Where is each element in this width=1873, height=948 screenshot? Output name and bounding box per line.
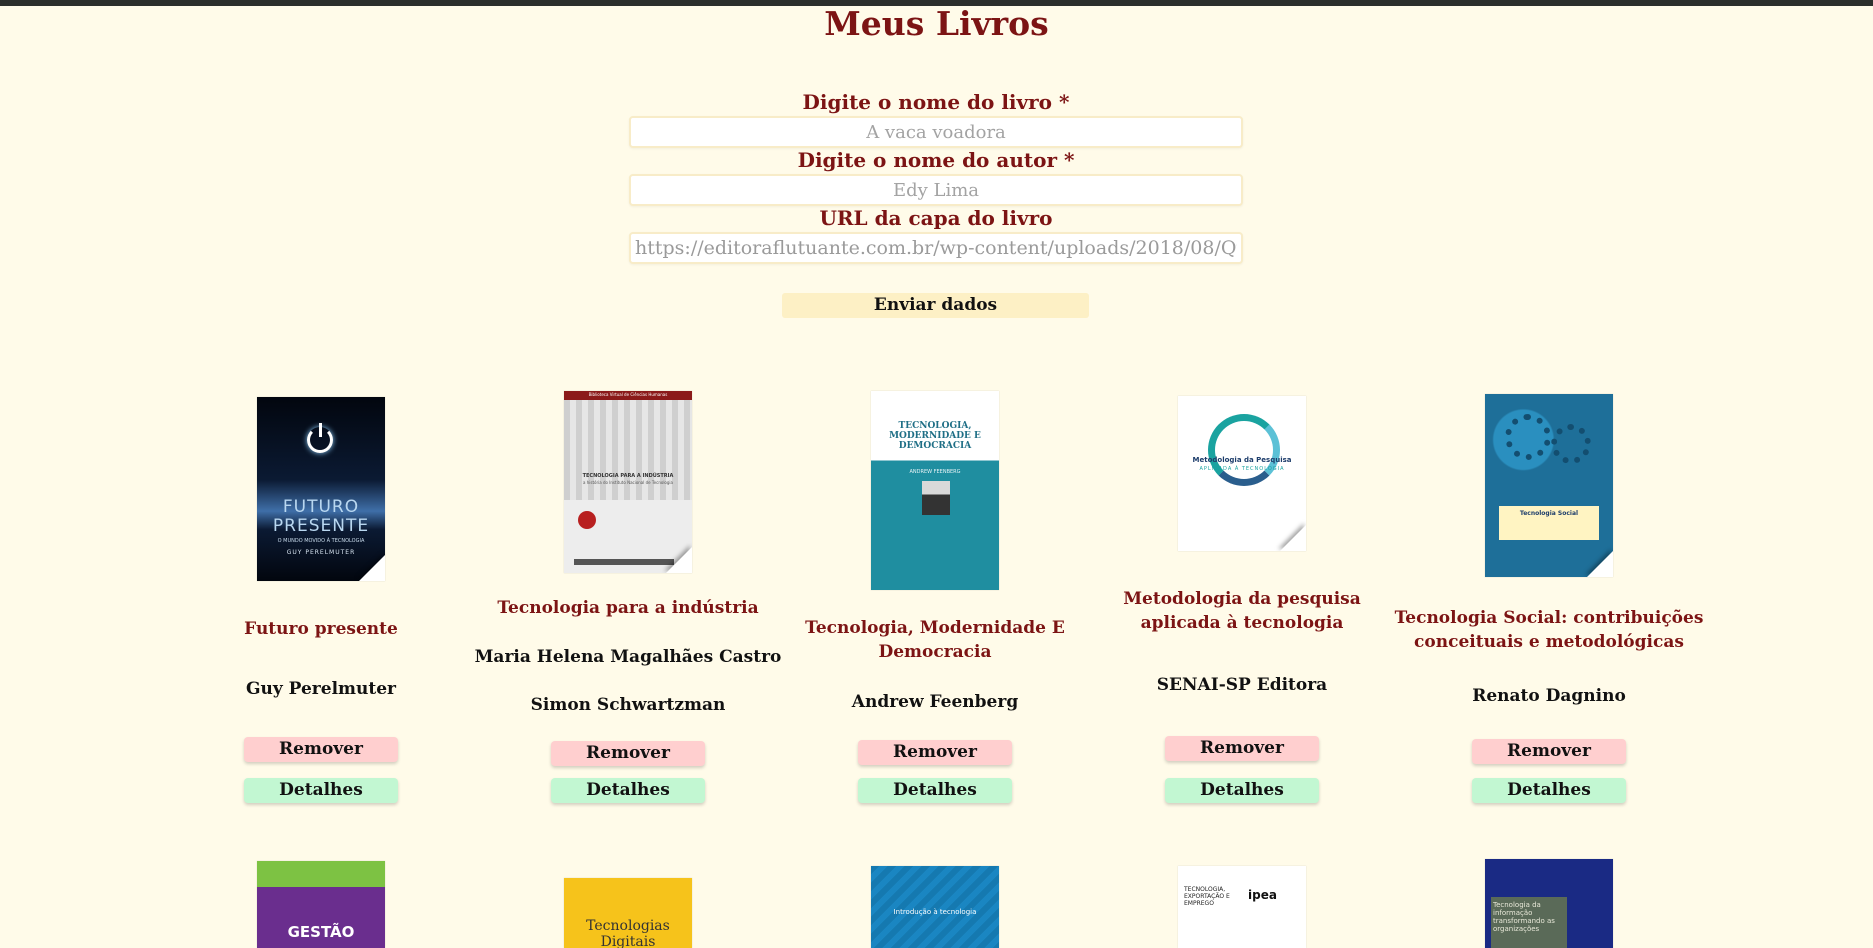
remove-button[interactable]: Remover bbox=[244, 737, 398, 762]
cover-ring bbox=[1208, 414, 1280, 486]
book-author: SENAI-SP Editora bbox=[1156, 675, 1328, 695]
details-button[interactable]: Detalhes bbox=[551, 778, 705, 803]
page-curl bbox=[1280, 525, 1306, 551]
book-cover: Tecnologia Social bbox=[1485, 394, 1613, 577]
book-cover: GESTÃO bbox=[257, 861, 385, 948]
book-author: Andrew Feenberg bbox=[851, 692, 1019, 712]
book-cover: Metodologia da Pesquisa APLICADA À TECNO… bbox=[1178, 396, 1306, 551]
book-title: Tecnologia para a indústria bbox=[497, 598, 759, 618]
cover-title-line: PRESENTE bbox=[272, 516, 370, 536]
cover-emblem bbox=[578, 511, 596, 529]
book-title: Futuro presente bbox=[244, 619, 398, 639]
cover-author: ANDREW FEENBERG bbox=[909, 469, 961, 475]
page-curl bbox=[359, 555, 385, 581]
gear-icon bbox=[1505, 414, 1551, 460]
cover-title: Introdução à tecnologia bbox=[893, 908, 977, 916]
cover-title: Metodologia da Pesquisa bbox=[1192, 456, 1292, 464]
book-cover: Tecnologia da informação transformando a… bbox=[1485, 859, 1613, 948]
cover-title-line: FUTURO bbox=[282, 497, 360, 517]
author-name-label: Digite o nome do autor * bbox=[797, 148, 1075, 172]
details-button[interactable]: Detalhes bbox=[1165, 778, 1319, 803]
author-name-input[interactable] bbox=[629, 174, 1243, 206]
book-author: Guy Perelmuter bbox=[245, 679, 397, 699]
cover-title: TECNOLOGIA, EXPORTAÇÃO E EMPREGO bbox=[1184, 886, 1230, 907]
book-cover: Introdução à tecnologia bbox=[871, 866, 999, 948]
details-button[interactable]: Detalhes bbox=[244, 778, 398, 803]
cover-title: Digitais bbox=[600, 934, 656, 948]
cover-subtitle: a história do Instituto Nacional de Tecn… bbox=[583, 480, 673, 485]
author-photo bbox=[922, 481, 950, 515]
details-button[interactable]: Detalhes bbox=[858, 778, 1012, 803]
book-title: Metodologia da pesquisa aplicada à tecno… bbox=[1123, 589, 1361, 633]
page-title: Meus Livros bbox=[824, 4, 1049, 43]
cover-title: Tecnologias bbox=[586, 918, 670, 934]
book-cover: FUTURO PRESENTE O MUNDO MOVIDO À TECNOLO… bbox=[257, 397, 385, 581]
add-book-form: Digite o nome do livro * Digite o nome d… bbox=[629, 88, 1243, 264]
cover-publisher: ipea bbox=[1248, 888, 1277, 902]
book-cover: TECNOLOGIA, EXPORTAÇÃO E EMPREGO ipea bbox=[1178, 866, 1306, 948]
remove-button[interactable]: Remover bbox=[1472, 739, 1626, 764]
page-curl bbox=[1587, 551, 1613, 577]
submit-button[interactable]: Enviar dados bbox=[782, 293, 1089, 318]
cover-label-box: Tecnologia Social bbox=[1499, 506, 1599, 540]
cover-title: TECNOLOGIA, MODERNIDADE E DEMOCRACIA bbox=[889, 421, 981, 451]
cover-photo bbox=[564, 400, 692, 500]
book-cover: Tecnologias Digitais bbox=[564, 878, 692, 948]
book-cover: TECNOLOGIA, MODERNIDADE E DEMOCRACIA AND… bbox=[871, 391, 999, 590]
cover-title: Tecnologia Social bbox=[1519, 510, 1579, 517]
remove-button[interactable]: Remover bbox=[551, 741, 705, 766]
gear-icon bbox=[1551, 424, 1591, 464]
book-name-label: Digite o nome do livro * bbox=[802, 90, 1070, 114]
cover-subtitle: APLICADA À TECNOLOGIA bbox=[1199, 466, 1285, 472]
cover-publisher-bar bbox=[574, 559, 674, 565]
cover-url-input[interactable] bbox=[629, 232, 1243, 264]
book-title: Tecnologia Social: contribuições conceit… bbox=[1394, 608, 1704, 652]
remove-button[interactable]: Remover bbox=[1165, 736, 1319, 761]
book-author: Simon Schwartzman bbox=[530, 695, 726, 715]
book-author: Renato Dagnino bbox=[1472, 686, 1626, 706]
cover-title: GESTÃO bbox=[287, 923, 355, 941]
book-cover: Biblioteca Virtual de Ciências Humanas T… bbox=[564, 391, 692, 573]
remove-button[interactable]: Remover bbox=[858, 740, 1012, 765]
details-button[interactable]: Detalhes bbox=[1472, 778, 1626, 803]
cover-title: TECNOLOGIA PARA A INDÚSTRIA bbox=[582, 473, 674, 479]
book-author: Maria Helena Magalhães Castro bbox=[474, 647, 782, 667]
cover-series: Biblioteca Virtual de Ciências Humanas bbox=[588, 392, 668, 397]
cover-subtitle: O MUNDO MOVIDO À TECNOLOGIA bbox=[277, 538, 365, 544]
book-title: Tecnologia, Modernidade E Democracia bbox=[805, 618, 1065, 662]
page-curl bbox=[666, 547, 692, 573]
book-name-input[interactable] bbox=[629, 116, 1243, 148]
cover-url-label: URL da capa do livro bbox=[819, 206, 1053, 230]
cover-title: Tecnologia da informação transformando a… bbox=[1493, 901, 1555, 933]
power-icon-stem bbox=[319, 423, 322, 437]
